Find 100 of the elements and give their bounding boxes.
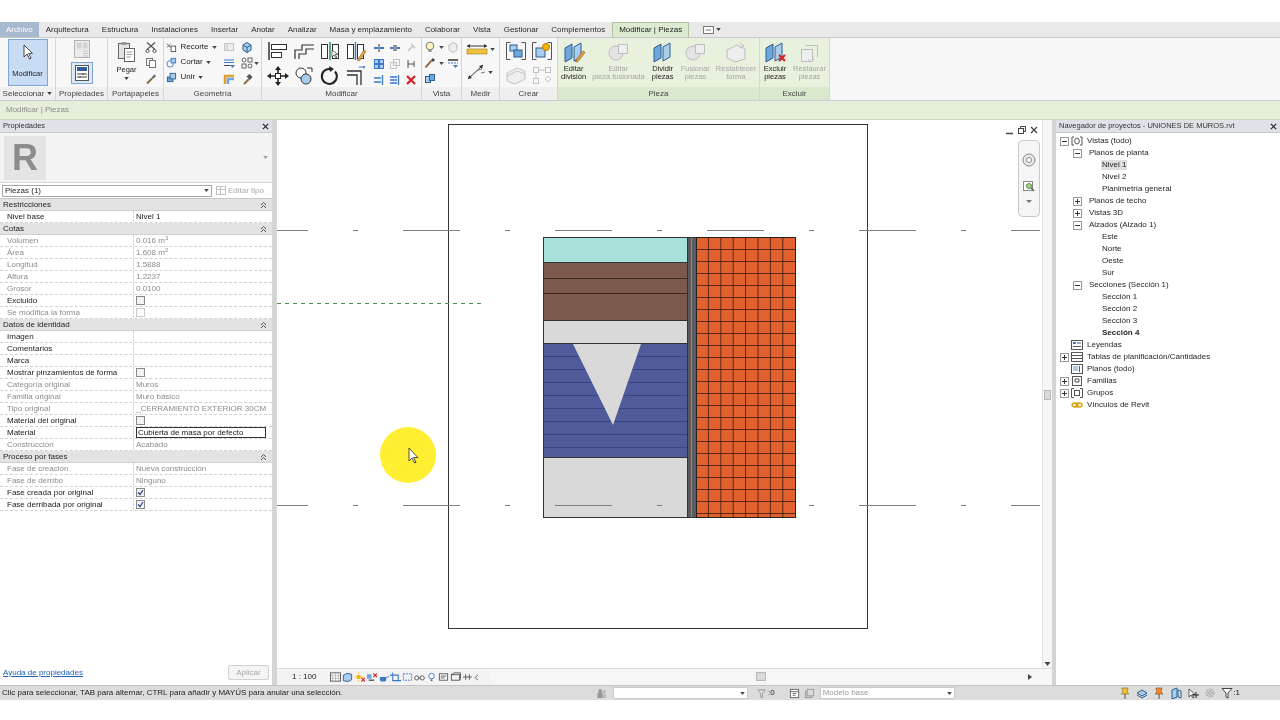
horizontal-scrollbar[interactable]: [490, 668, 1052, 685]
caret-icon[interactable]: [204, 189, 209, 192]
layered-rectangles-icon[interactable]: [424, 73, 436, 85]
copy-icon[interactable]: [144, 57, 157, 69]
mirror-pencil-icon[interactable]: [344, 41, 367, 61]
bracketed-box-star-icon[interactable]: [530, 41, 553, 61]
collapse-icon[interactable]: [1073, 280, 1082, 290]
caret-icon[interactable]: [488, 70, 493, 74]
ribbon-tab[interactable]: Insertar: [205, 22, 245, 37]
ribbon-tab[interactable]: Anotar: [245, 22, 281, 37]
steering-wheel-icon[interactable]: [1022, 153, 1036, 167]
cube-icon[interactable]: [342, 672, 354, 682]
split-gap-icon[interactable]: [388, 42, 401, 54]
tree-item[interactable]: Planos (todo): [1086, 364, 1136, 374]
ribbon-tab[interactable]: Modificar | Piezas: [612, 22, 690, 37]
tree-item[interactable]: Planimetría general: [1101, 184, 1173, 194]
minimize-icon[interactable]: [1005, 132, 1014, 135]
joined-squares-icon[interactable]: [166, 71, 178, 83]
ribbon-toggle-icon[interactable]: [703, 25, 715, 34]
caret-icon[interactable]: [439, 61, 444, 65]
tree-item[interactable]: Norte: [1101, 244, 1123, 254]
tree-item[interactable]: Planos de planta: [1088, 148, 1150, 158]
bracket-line-icon[interactable]: [404, 58, 417, 70]
caret-icon[interactable]: [740, 691, 745, 695]
tree-item[interactable]: Sección 1: [1101, 292, 1139, 302]
scissors-icon[interactable]: [144, 41, 157, 53]
crop-window-icon[interactable]: [402, 672, 414, 682]
scroll-right-icon[interactable]: [1028, 674, 1032, 680]
constraint-lines-icon[interactable]: [462, 672, 474, 682]
scrollbar-thumb[interactable]: [1044, 390, 1051, 400]
ribbon-tab[interactable]: Estructura: [95, 22, 145, 37]
scrollbar-thumb[interactable]: [756, 672, 766, 681]
tree-item[interactable]: Este: [1101, 232, 1119, 242]
caret-icon[interactable]: [439, 45, 444, 49]
zoom-icon[interactable]: [1023, 181, 1035, 192]
expand-icon[interactable]: [1073, 208, 1082, 218]
ribbon-tab[interactable]: Analizar: [281, 22, 323, 37]
collapse-icon[interactable]: [260, 320, 267, 329]
move-arrows-icon[interactable]: [266, 65, 289, 86]
overlapping-circles-icon[interactable]: [292, 65, 315, 86]
close-icon[interactable]: [262, 122, 269, 130]
expand-icon[interactable]: [1073, 196, 1082, 206]
tree-item[interactable]: Familias: [1086, 376, 1118, 386]
tree-item[interactable]: Vistas (todo): [1086, 136, 1133, 146]
shadow-icon[interactable]: [366, 672, 378, 682]
caret-icon[interactable]: [205, 60, 211, 64]
tree-item[interactable]: Sección 2: [1101, 304, 1139, 314]
tree-item[interactable]: Secciones (Sección 1): [1088, 280, 1170, 290]
cut-button[interactable]: Cortar: [166, 56, 217, 68]
caret-icon[interactable]: [124, 77, 129, 80]
detail-grid-icon[interactable]: [330, 672, 342, 682]
tree-item[interactable]: Alzados (Alzado 1): [1088, 220, 1158, 230]
tree-item[interactable]: Grupos: [1086, 388, 1115, 398]
property-sheet-icon[interactable]: [70, 62, 93, 84]
mirror-axis-icon[interactable]: [318, 41, 341, 61]
ribbon-tab[interactable]: Colaborar: [418, 22, 466, 37]
collapse-icon[interactable]: [1073, 148, 1082, 158]
sun-icon[interactable]: [354, 672, 366, 682]
caret-icon[interactable]: [716, 28, 722, 31]
tree-item[interactable]: Nivel 1: [1101, 160, 1128, 170]
ribbon-tab[interactable]: Instalaciones: [145, 22, 204, 37]
delete-icon[interactable]: [404, 74, 417, 86]
corner-lines-icon[interactable]: [344, 65, 367, 86]
collapse-icon[interactable]: [260, 452, 267, 461]
help-link[interactable]: Ayuda de propiedades: [3, 668, 83, 677]
caret-icon[interactable]: [1026, 200, 1032, 203]
split-panels-cross-icon[interactable]: [763, 41, 788, 63]
sheet-lines-icon[interactable]: [438, 672, 450, 682]
paintbrush-icon[interactable]: [144, 73, 157, 85]
tree-item[interactable]: Vínculos de Revit: [1086, 400, 1151, 410]
collapse-icon[interactable]: [260, 224, 267, 233]
group-header[interactable]: Restricciones: [0, 199, 272, 211]
cross-box-icon[interactable]: [166, 41, 178, 53]
dimension-ruler-icon[interactable]: [466, 43, 488, 55]
paintbrush-icon[interactable]: [424, 57, 436, 69]
cope-button[interactable]: Recorte: [166, 41, 217, 53]
tree-item[interactable]: Oeste: [1101, 256, 1125, 266]
chevron-left-icon[interactable]: [474, 673, 480, 681]
line-styles-icon[interactable]: [447, 57, 459, 69]
tree-item[interactable]: Leyendas: [1086, 340, 1123, 350]
close-icon[interactable]: [1270, 122, 1277, 130]
tree-item[interactable]: Tablas de planificación/Cantidades: [1086, 352, 1212, 362]
join-button[interactable]: Unir: [166, 71, 217, 83]
group-header[interactable]: Cotas: [0, 223, 272, 235]
ribbon-tab[interactable]: Gestionar: [497, 22, 545, 37]
checkbox[interactable]: [136, 368, 145, 377]
arrow-cursor-icon[interactable]: [21, 44, 34, 60]
group-header[interactable]: Datos de identidad: [0, 319, 272, 331]
filter-icon[interactable]: [1221, 687, 1234, 699]
collapse-icon[interactable]: [1060, 136, 1069, 146]
close-icon[interactable]: [1030, 126, 1038, 134]
tree-item[interactable]: Sur: [1101, 268, 1116, 278]
offset-lines-icon[interactable]: [292, 41, 315, 61]
checkbox[interactable]: [136, 488, 145, 497]
extend-lines-icon[interactable]: [372, 74, 385, 86]
ribbon-tab[interactable]: Complementos: [545, 22, 612, 37]
window-icon[interactable]: [788, 687, 800, 699]
checkbox[interactable]: [136, 416, 145, 425]
lightbulb-icon[interactable]: [426, 672, 438, 682]
expand-icon[interactable]: [1060, 352, 1069, 362]
